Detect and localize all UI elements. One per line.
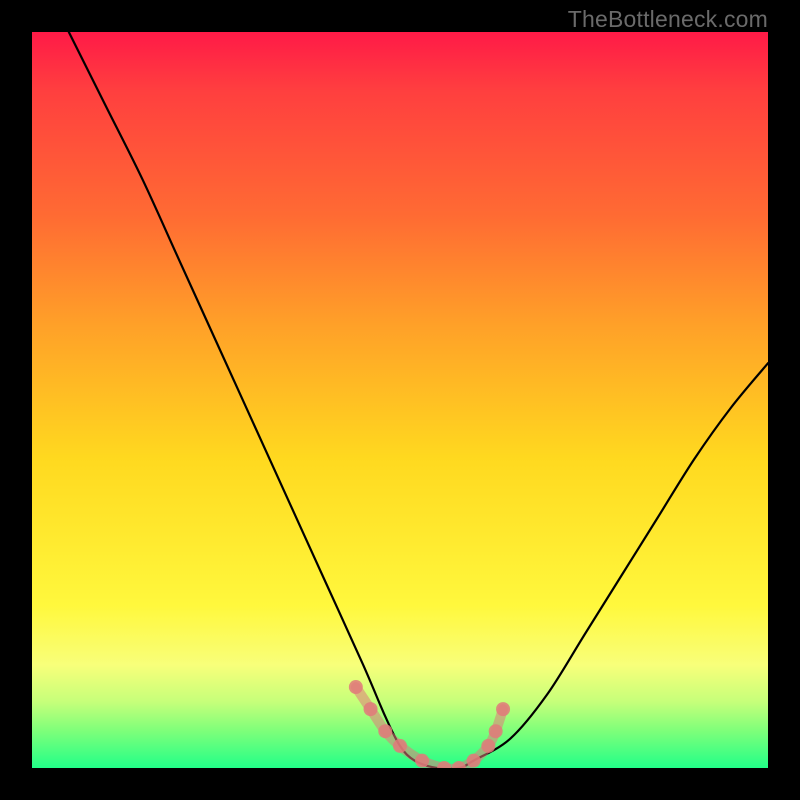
highlight-markers [349,680,510,768]
chart-container: TheBottleneck.com [0,0,800,800]
highlight-marker [467,754,481,768]
highlight-marker [481,739,495,753]
highlight-marker [393,739,407,753]
curve-svg [32,32,768,768]
highlight-marker [364,702,378,716]
plot-area [32,32,768,768]
highlight-marker [415,754,429,768]
highlight-marker [496,702,510,716]
watermark-text: TheBottleneck.com [568,6,768,33]
highlight-marker [378,724,392,738]
highlight-marker [489,724,503,738]
highlight-marker [349,680,363,694]
bottleneck-curve [69,32,768,768]
